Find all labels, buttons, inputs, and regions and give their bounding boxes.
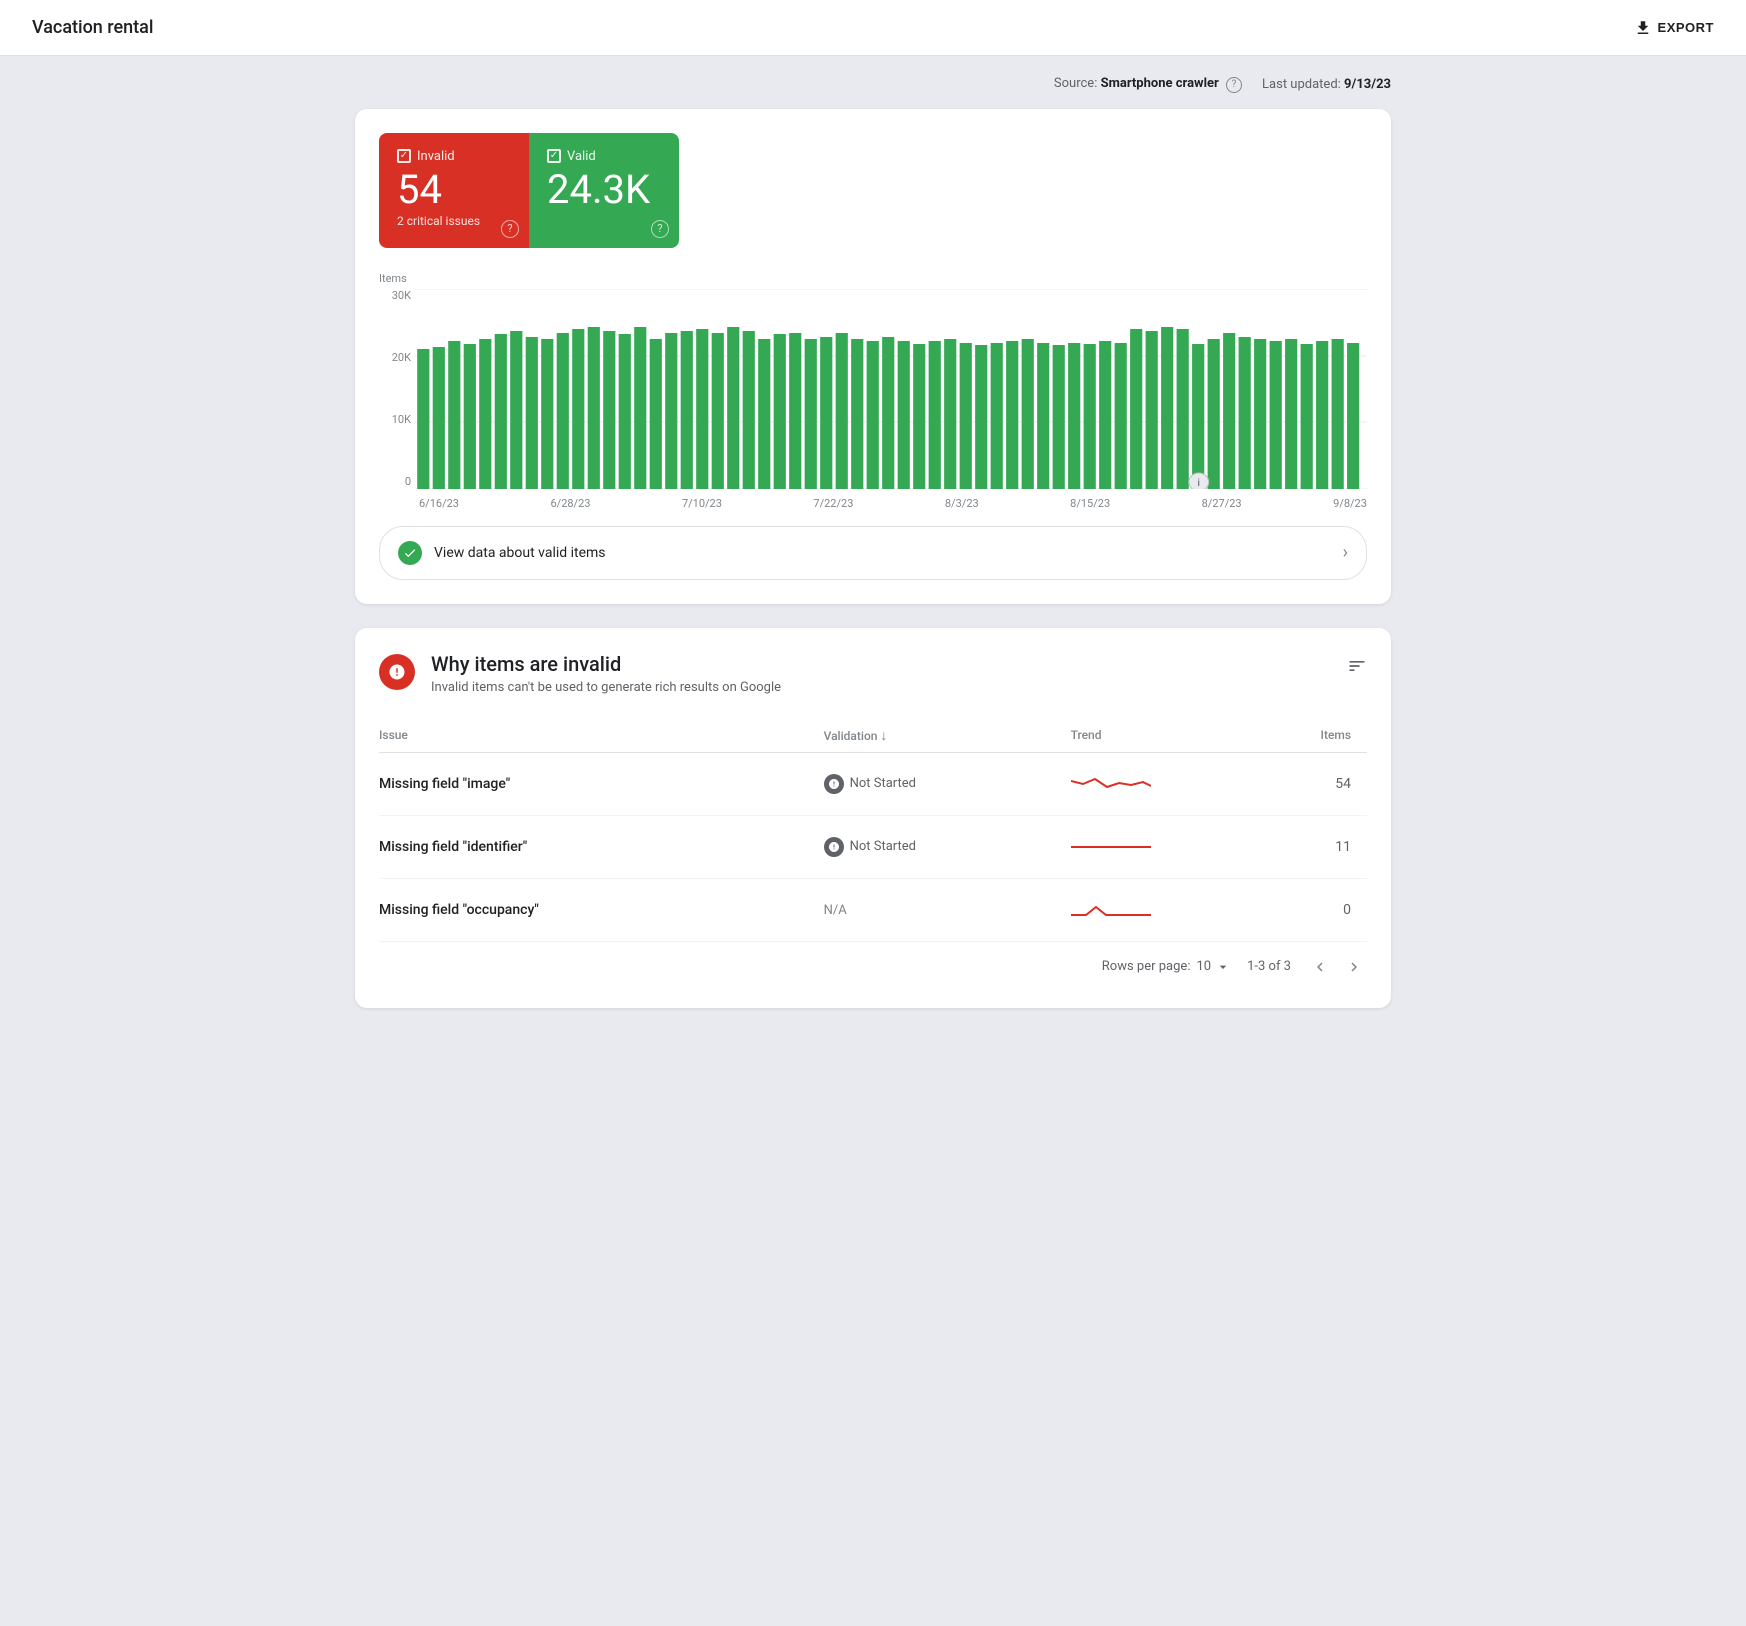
row1-issue: Missing field "image" <box>379 752 824 815</box>
section-header-left: Why items are invalid Invalid items can'… <box>379 652 781 695</box>
invalid-sub: 2 critical issues <box>397 214 501 228</box>
page-content: Source: Smartphone crawler ? Last update… <box>323 56 1423 1052</box>
source-help-icon[interactable]: ? <box>1226 77 1242 93</box>
pagination-info: 1-3 of 3 <box>1247 959 1291 974</box>
x-label-3: 7/10/23 <box>682 497 722 510</box>
invalid-help-icon[interactable]: ? <box>501 220 519 238</box>
checkmark-icon <box>403 546 417 560</box>
row2-trend <box>1071 815 1269 878</box>
valid-checkbox-icon <box>547 149 561 163</box>
table-row: Missing field "image" Not Started <box>379 752 1367 815</box>
rows-per-page: Rows per page: 10 <box>1102 959 1231 975</box>
valid-stat-box: Valid 24.3K ? <box>529 133 679 248</box>
trend-chart-3 <box>1071 895 1151 925</box>
chart-container: Items 30K 20K 10K 0 <box>379 272 1367 510</box>
next-page-button[interactable] <box>1341 954 1367 980</box>
y-tick-30k: 30K <box>392 289 411 302</box>
col-trend: Trend <box>1071 719 1269 753</box>
x-label-4: 7/22/23 <box>813 497 853 510</box>
trend-chart-2 <box>1071 832 1151 862</box>
rows-per-page-label: Rows per page: <box>1102 959 1191 974</box>
prev-page-button[interactable] <box>1307 954 1333 980</box>
table-footer: Rows per page: 10 1-3 of 3 <box>379 941 1367 984</box>
why-invalid-card: Why items are invalid Invalid items can'… <box>355 628 1391 1008</box>
invalid-value: 54 <box>397 170 501 210</box>
issues-table: Issue Validation ↓ Trend Items <box>379 719 1367 941</box>
valid-help-icon[interactable]: ? <box>651 220 669 238</box>
x-label-5: 8/3/23 <box>945 497 979 510</box>
y-tick-0: 0 <box>405 475 411 488</box>
rows-per-page-select[interactable]: 10 <box>1196 959 1231 975</box>
row3-items: 0 <box>1268 878 1367 941</box>
x-label-1: 6/16/23 <box>419 497 459 510</box>
x-label-6: 8/15/23 <box>1070 497 1110 510</box>
x-axis: 6/16/23 6/28/23 7/10/23 7/22/23 8/3/23 8… <box>379 497 1367 510</box>
row1-trend <box>1071 752 1269 815</box>
valid-items-label: View data about valid items <box>434 545 606 561</box>
last-updated-label: Last updated: 9/13/23 <box>1262 77 1391 92</box>
valid-items-left: View data about valid items <box>398 541 606 565</box>
not-started-icon-1 <box>824 774 844 794</box>
section-header: Why items are invalid Invalid items can'… <box>379 652 1367 695</box>
main-chart-card: Invalid 54 2 critical issues ? Valid 24.… <box>355 109 1391 604</box>
y-tick-10k: 10K <box>392 413 411 426</box>
col-validation[interactable]: Validation ↓ <box>824 719 1071 753</box>
trend-chart-1 <box>1071 769 1151 799</box>
chevron-right-icon: › <box>1343 542 1348 563</box>
x-label-7: 8/27/23 <box>1202 497 1242 510</box>
pagination-nav <box>1307 954 1367 980</box>
row3-trend <box>1071 878 1269 941</box>
table-body: Missing field "image" Not Started <box>379 752 1367 941</box>
row1-items: 54 <box>1268 752 1367 815</box>
x-label-2: 6/28/23 <box>550 497 590 510</box>
chevron-right-icon <box>1345 958 1363 976</box>
table-row: Missing field "identifier" Not Started <box>379 815 1367 878</box>
section-title-group: Why items are invalid Invalid items can'… <box>431 652 781 695</box>
valid-check-icon <box>398 541 422 565</box>
source-label: Source: Smartphone crawler ? <box>1054 76 1242 93</box>
valid-label: Valid <box>547 149 651 164</box>
valid-items-link[interactable]: View data about valid items › <box>379 526 1367 580</box>
chevron-left-icon <box>1311 958 1329 976</box>
stats-row: Invalid 54 2 critical issues ? Valid 24.… <box>379 133 679 248</box>
bar-chart-svg: i <box>415 289 1367 489</box>
y-tick-20k: 20K <box>392 351 411 364</box>
x-label-8: 9/8/23 <box>1333 497 1367 510</box>
section-subtitle: Invalid items can't be used to generate … <box>431 680 781 695</box>
chart-y-label: Items <box>379 272 1367 285</box>
valid-value: 24.3K <box>547 170 651 210</box>
section-title: Why items are invalid <box>431 652 781 676</box>
row3-issue: Missing field "occupancy" <box>379 878 824 941</box>
col-items: Items <box>1268 719 1367 753</box>
source-bar: Source: Smartphone crawler ? Last update… <box>355 76 1391 93</box>
invalid-stat-box: Invalid 54 2 critical issues ? <box>379 133 529 248</box>
invalid-label: Invalid <box>397 149 501 164</box>
invalid-checkbox-icon <box>397 149 411 163</box>
row2-validation: Not Started <box>824 815 1071 878</box>
row2-issue: Missing field "identifier" <box>379 815 824 878</box>
svg-text:i: i <box>1197 476 1200 488</box>
filter-icon[interactable] <box>1347 656 1367 681</box>
error-icon <box>379 654 415 690</box>
row1-validation: Not Started <box>824 752 1071 815</box>
rows-dropdown-icon <box>1215 959 1231 975</box>
chart-svg-container: i <box>415 289 1367 493</box>
row3-validation: N/A <box>824 878 1071 941</box>
export-icon <box>1634 19 1652 37</box>
sort-icon: ↓ <box>880 728 887 744</box>
page-title: Vacation rental <box>32 17 153 38</box>
page-header: Vacation rental EXPORT <box>0 0 1746 56</box>
table-row: Missing field "occupancy" N/A 0 <box>379 878 1367 941</box>
y-axis: 30K 20K 10K 0 <box>379 289 411 493</box>
not-started-icon-2 <box>824 837 844 857</box>
row2-items: 11 <box>1268 815 1367 878</box>
exclamation-icon <box>388 663 406 681</box>
export-button[interactable]: EXPORT <box>1634 19 1714 37</box>
col-issue: Issue <box>379 719 824 753</box>
table-header: Issue Validation ↓ Trend Items <box>379 719 1367 753</box>
chart-area-wrapper: 30K 20K 10K 0 <box>379 289 1367 493</box>
